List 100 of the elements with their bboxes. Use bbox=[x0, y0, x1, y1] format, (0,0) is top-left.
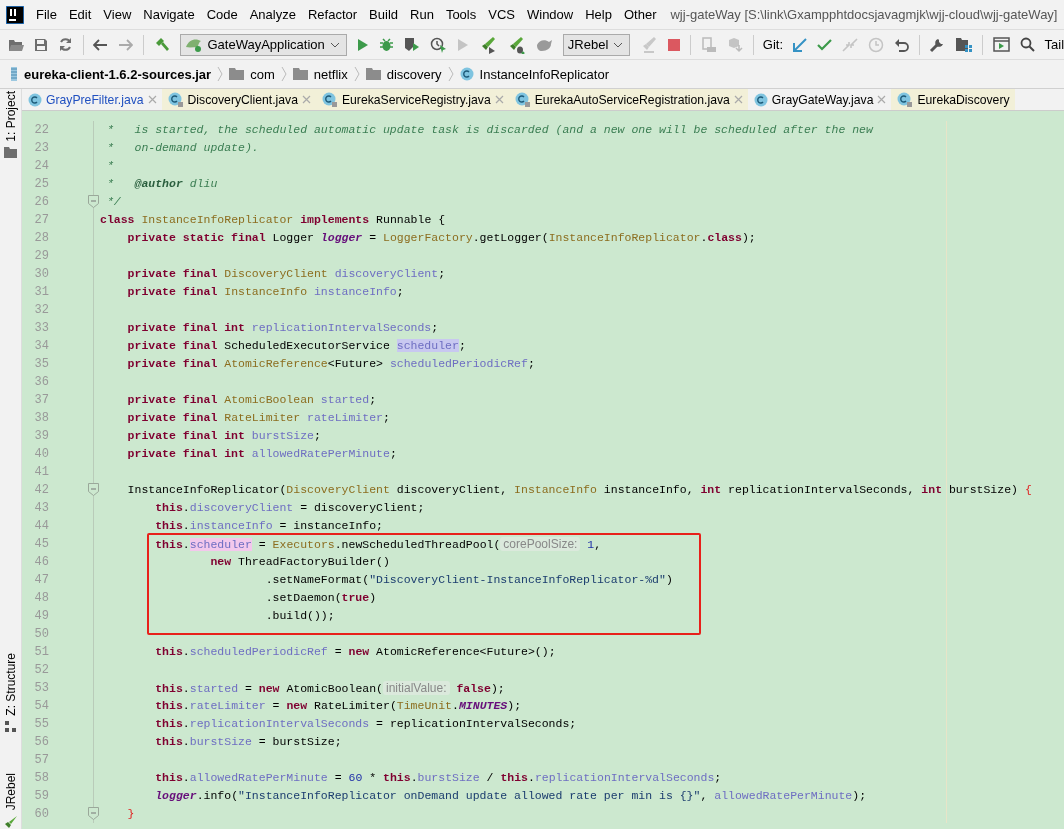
terminal-icon[interactable] bbox=[992, 37, 1010, 52]
locked-class-icon bbox=[514, 92, 531, 107]
save-icon[interactable] bbox=[34, 37, 48, 52]
structure-icon bbox=[4, 720, 17, 733]
tool-window-button[interactable]: 1: Project bbox=[3, 91, 18, 142]
git-label: Git: bbox=[762, 37, 783, 52]
menu-item[interactable]: Analyze bbox=[243, 7, 302, 22]
close-icon[interactable] bbox=[147, 95, 157, 104]
update-arrow-icon[interactable] bbox=[793, 37, 807, 52]
line-number: 54 bbox=[33, 699, 49, 713]
line-number: 44 bbox=[33, 519, 49, 533]
line-number: 32 bbox=[33, 303, 49, 317]
fold-icon[interactable] bbox=[88, 195, 99, 208]
bird-icon[interactable] bbox=[534, 37, 553, 52]
cube-icon[interactable] bbox=[726, 36, 743, 53]
menu-item[interactable]: Edit bbox=[62, 7, 98, 22]
jrebel-dropdown[interactable]: JRebel bbox=[562, 33, 631, 56]
line-number: 43 bbox=[33, 501, 49, 515]
breadcrumb-item[interactable]: discovery bbox=[386, 66, 442, 82]
class-icon bbox=[28, 92, 42, 107]
locked-class-icon bbox=[167, 92, 184, 107]
line-number: 52 bbox=[33, 663, 49, 677]
line-number: 50 bbox=[33, 627, 49, 641]
settings-icon[interactable] bbox=[929, 36, 946, 53]
line-number: 23 bbox=[33, 141, 49, 155]
tool-window-button[interactable]: Z: Structure bbox=[3, 652, 18, 716]
undo-icon[interactable] bbox=[894, 37, 909, 52]
line-number: 22 bbox=[33, 123, 49, 137]
line-number: 39 bbox=[33, 429, 49, 443]
forward-arrow-icon[interactable] bbox=[118, 38, 134, 51]
tail-button[interactable]: Tail bbox=[1044, 37, 1064, 52]
menu-item[interactable]: View bbox=[97, 7, 138, 22]
search-icon[interactable] bbox=[1019, 37, 1035, 52]
line-number: 55 bbox=[33, 717, 49, 731]
close-icon[interactable] bbox=[301, 95, 311, 104]
menu-item[interactable]: Window bbox=[520, 7, 580, 22]
menu-item[interactable]: Build bbox=[363, 7, 404, 22]
line-number: 36 bbox=[33, 375, 49, 389]
check-icon[interactable] bbox=[817, 38, 832, 51]
line-number: 41 bbox=[33, 465, 49, 479]
close-icon[interactable] bbox=[494, 95, 504, 104]
stop-icon[interactable] bbox=[668, 38, 681, 51]
file-tab[interactable]: DiscoveryClient.java bbox=[161, 89, 316, 110]
run-configuration-dropdown[interactable]: GateWayApplication bbox=[179, 33, 347, 56]
window-title: wjj-gateWay [S:\link\Gxampphtdocsjavagmjk\wjj-cloud\wjj-gateWay] bbox=[670, 7, 1058, 22]
line-number: 56 bbox=[33, 735, 49, 749]
menu-item[interactable]: Refactor bbox=[301, 7, 364, 22]
menu-item[interactable]: Other bbox=[617, 7, 663, 22]
line-number: 47 bbox=[33, 573, 49, 587]
menu-item[interactable]: Tools bbox=[439, 7, 483, 22]
run-icon[interactable] bbox=[356, 37, 369, 52]
breadcrumb-item[interactable]: netflix bbox=[313, 66, 348, 82]
close-icon[interactable] bbox=[877, 95, 887, 104]
close-icon[interactable] bbox=[733, 95, 743, 104]
class-icon bbox=[459, 67, 474, 81]
fold-icon[interactable] bbox=[88, 807, 99, 820]
menu-item[interactable]: Navigate bbox=[137, 7, 201, 22]
file-tab[interactable]: EurekaServiceRegistry.java bbox=[315, 89, 509, 110]
chevron-right-icon bbox=[447, 66, 454, 82]
breadcrumb-item[interactable]: InstanceInfoReplicator bbox=[479, 66, 609, 82]
profiler-icon[interactable] bbox=[429, 36, 447, 53]
line-number: 33 bbox=[33, 321, 49, 335]
menu-item[interactable]: VCS bbox=[482, 7, 521, 22]
locked-class-icon bbox=[897, 92, 914, 107]
app-logo-icon[interactable] bbox=[6, 5, 24, 24]
coverage-icon[interactable] bbox=[403, 37, 420, 52]
chevron-down-icon bbox=[613, 41, 624, 48]
line-number: 53 bbox=[33, 681, 49, 695]
file-tab[interactable]: EurekaAutoServiceRegistration.java bbox=[508, 89, 748, 110]
line-number: 37 bbox=[33, 393, 49, 407]
bug-icon[interactable] bbox=[378, 37, 394, 52]
line-number: 24 bbox=[33, 159, 49, 173]
line-number: 38 bbox=[33, 411, 49, 425]
line-number: 26 bbox=[33, 195, 49, 209]
menu-item[interactable]: File bbox=[30, 7, 63, 22]
line-number: 58 bbox=[33, 771, 49, 785]
chevron-down-icon bbox=[329, 41, 340, 48]
chevron-right-icon bbox=[353, 66, 360, 82]
back-arrow-icon[interactable] bbox=[93, 38, 109, 51]
tool-window-button[interactable]: JRebel bbox=[3, 772, 18, 810]
file-tab[interactable]: EurekaDiscovery bbox=[891, 89, 1015, 110]
archive-icon bbox=[10, 67, 18, 81]
menu-item[interactable]: Help bbox=[579, 7, 618, 22]
menu-item[interactable]: Run bbox=[404, 7, 440, 22]
line-number: 49 bbox=[33, 609, 49, 623]
line-number: 34 bbox=[33, 339, 49, 353]
fold-icon[interactable] bbox=[88, 483, 99, 496]
project-structure-icon[interactable] bbox=[955, 37, 973, 52]
breadcrumb-item[interactable]: com bbox=[250, 66, 275, 82]
class-icon bbox=[753, 92, 768, 107]
line-number: 29 bbox=[33, 249, 49, 263]
line-number: 30 bbox=[33, 267, 49, 281]
sync-icon[interactable] bbox=[58, 37, 73, 52]
file-tab[interactable]: GrayGateWay.java bbox=[747, 89, 892, 110]
menu-item[interactable]: Code bbox=[200, 7, 244, 22]
file-tab[interactable]: GrayPreFilter.java bbox=[22, 89, 162, 110]
open-folder-icon[interactable] bbox=[8, 37, 24, 52]
breadcrumb-item[interactable]: eureka-client-1.6.2-sources.jar bbox=[24, 66, 212, 82]
spring-leaf-icon bbox=[184, 36, 203, 53]
line-number: 35 bbox=[33, 357, 49, 371]
